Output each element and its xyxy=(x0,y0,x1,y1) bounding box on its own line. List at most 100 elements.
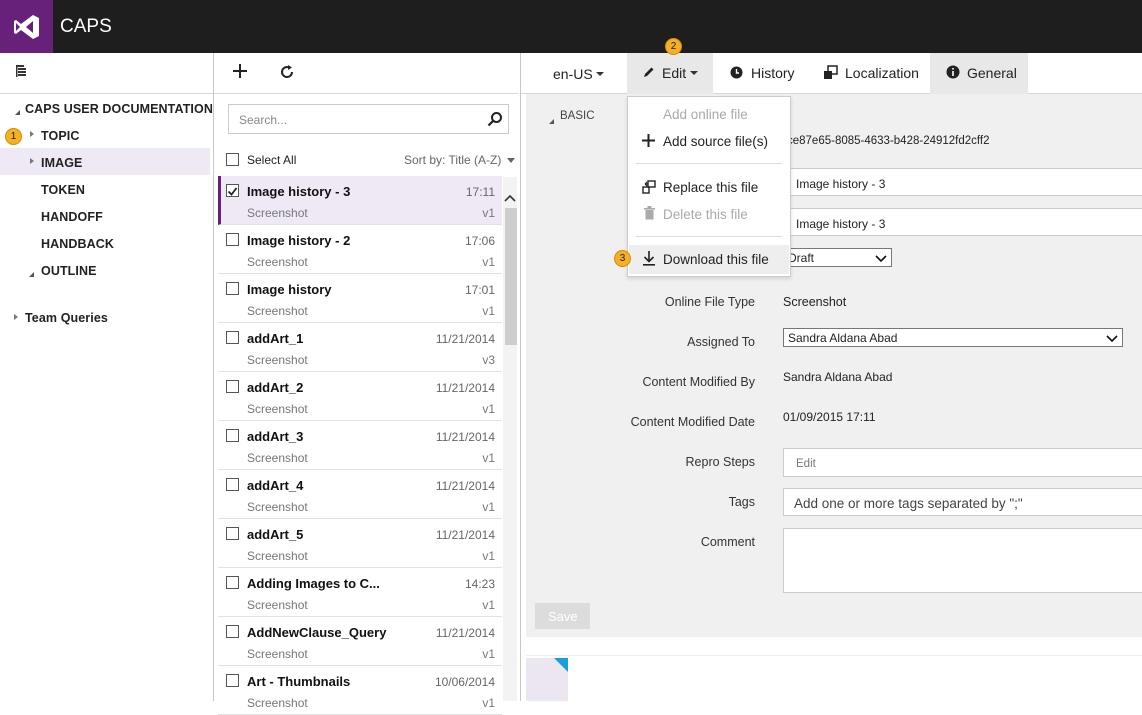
row-type: Screenshot xyxy=(247,402,308,416)
list-item[interactable]: Image history 17:01 Screenshot v1 xyxy=(218,274,502,323)
row-checkbox[interactable] xyxy=(226,331,239,344)
row-checkbox[interactable] xyxy=(226,625,239,638)
outline-expander-icon[interactable] xyxy=(28,266,35,281)
tags-input[interactable]: Add one or more tags separated by ";" xyxy=(783,488,1142,516)
row-type: Screenshot xyxy=(247,696,308,710)
tree-item-topic[interactable]: TOPIC xyxy=(41,129,79,143)
comment-textarea[interactable] xyxy=(783,528,1142,593)
select-all-label: Select All xyxy=(247,153,297,167)
row-type: Screenshot xyxy=(247,598,308,612)
list-item[interactable]: AddNewClause_Query 11/21/2014 Screenshot v1 xyxy=(218,617,502,666)
row-type: Screenshot xyxy=(247,549,308,563)
row-type: Screenshot xyxy=(247,304,308,318)
row-title: Image history xyxy=(247,282,332,297)
language-chevron-icon xyxy=(596,72,604,76)
sort-chevron-icon[interactable] xyxy=(507,158,515,163)
row-checkbox[interactable] xyxy=(226,674,239,687)
list-item[interactable]: Image history - 2 17:06 Screenshot v1 xyxy=(218,225,502,274)
title-bar xyxy=(0,0,1142,53)
tree-item-token[interactable]: TOKEN xyxy=(41,183,85,197)
repro-steps-input[interactable]: Edit xyxy=(783,448,1142,477)
search-input[interactable]: Search... xyxy=(228,104,509,134)
row-checkbox[interactable] xyxy=(226,429,239,442)
list-item[interactable]: addArt_4 11/21/2014 Screenshot v1 xyxy=(218,470,502,519)
refresh-icon[interactable] xyxy=(279,64,295,83)
tree-item-image[interactable]: IMAGE xyxy=(41,156,82,170)
edit-chevron-icon xyxy=(690,71,698,75)
state-value: Draft xyxy=(788,251,815,265)
basic-collapse-icon[interactable] xyxy=(549,113,555,128)
list-item[interactable]: Art - Thumbnails 10/06/2014 Screenshot v1 xyxy=(218,666,502,715)
section-basic[interactable]: BASIC xyxy=(560,110,595,122)
thumbnail-badge-icon xyxy=(554,658,568,672)
tab-localization[interactable]: Localization xyxy=(845,65,919,81)
assigned-to-select[interactable]: Sandra Aldana Abad xyxy=(783,328,1123,347)
edit-tab-label: Edit xyxy=(662,65,687,81)
row-checkbox[interactable] xyxy=(226,576,239,589)
sort-dropdown[interactable]: Sort by: Title (A-Z) xyxy=(404,153,501,167)
list-item[interactable]: addArt_1 11/21/2014 Screenshot v3 xyxy=(218,323,502,372)
menu-add-online-file: Add online file xyxy=(628,102,790,128)
online-file-type-label: Online File Type xyxy=(664,295,755,309)
row-checkbox[interactable] xyxy=(226,233,239,246)
tree-root[interactable]: CAPS USER DOCUMENTATION xyxy=(25,102,213,116)
list-item[interactable]: addArt_2 11/21/2014 Screenshot v1 xyxy=(218,372,502,421)
row-checkbox[interactable] xyxy=(226,282,239,295)
tree-item-handback[interactable]: HANDBACK xyxy=(41,237,114,251)
row-version: v1 xyxy=(482,402,495,416)
menu-add-source-files[interactable]: Add source file(s) xyxy=(628,129,790,155)
step-badge-2: 2 xyxy=(665,38,682,55)
row-type: Screenshot xyxy=(247,500,308,514)
image-thumbnail[interactable] xyxy=(526,658,568,701)
row-version: v1 xyxy=(482,500,495,514)
row-version: v1 xyxy=(482,206,495,220)
row-checkbox[interactable] xyxy=(226,478,239,491)
row-type: Screenshot xyxy=(247,353,308,367)
row-checkbox[interactable] xyxy=(226,380,239,393)
state-select[interactable]: Draft xyxy=(783,248,892,267)
tree-toolbar-icon[interactable] xyxy=(15,64,31,80)
list-item[interactable]: Image history - 3 17:11 Screenshot v1 xyxy=(218,176,502,225)
save-button-label: Save xyxy=(548,609,578,624)
title-field-2[interactable]: Image history - 3 xyxy=(783,208,1142,236)
menu-download-file[interactable]: Download this file xyxy=(628,247,790,273)
row-type: Screenshot xyxy=(247,647,308,661)
select-all-checkbox[interactable] xyxy=(226,153,239,166)
scroll-up-icon[interactable] xyxy=(504,190,516,205)
online-file-type-value: Screenshot xyxy=(783,295,847,309)
add-item-icon[interactable] xyxy=(232,63,248,82)
row-title: addArt_5 xyxy=(247,527,304,542)
menu-delete-file: Delete this file xyxy=(628,202,790,228)
step-badge-1: 1 xyxy=(5,128,22,145)
sort-label: Sort by: Title (A-Z) xyxy=(404,153,502,167)
language-label: en-US xyxy=(553,66,593,82)
tab-history[interactable]: History xyxy=(751,65,795,81)
title-field-1-value: Image history - 3 xyxy=(796,177,886,191)
download-icon xyxy=(642,251,656,269)
row-title: addArt_4 xyxy=(247,478,304,493)
scroll-thumb[interactable] xyxy=(505,208,517,345)
list-item[interactable]: addArt_5 11/21/2014 Screenshot v1 xyxy=(218,519,502,568)
tree-item-team-queries[interactable]: Team Queries xyxy=(25,311,108,325)
tree-item-handoff[interactable]: HANDOFF xyxy=(41,210,103,224)
row-version: v1 xyxy=(482,549,495,563)
tab-language[interactable]: en-US xyxy=(553,66,593,84)
row-version: v1 xyxy=(482,696,495,710)
tree-item-outline[interactable]: OUTLINE xyxy=(41,264,97,278)
save-button[interactable]: Save xyxy=(535,603,590,629)
row-checkbox[interactable] xyxy=(226,184,239,197)
state-chevron-icon xyxy=(875,252,887,267)
title-field-1[interactable]: Image history - 3 xyxy=(783,168,1142,196)
row-time: 11/21/2014 xyxy=(435,381,495,395)
list-item[interactable]: addArt_3 11/21/2014 Screenshot v1 xyxy=(218,421,502,470)
row-title: AddNewClause_Query xyxy=(247,625,387,640)
row-checkbox[interactable] xyxy=(226,527,239,540)
menu-replace-file[interactable]: Replace this file xyxy=(628,175,790,201)
tree-root-expander-icon[interactable] xyxy=(14,104,21,119)
row-title: addArt_3 xyxy=(247,429,304,444)
row-time: 14:23 xyxy=(464,577,495,591)
search-icon[interactable] xyxy=(487,111,503,130)
tab-general[interactable]: General xyxy=(967,65,1017,81)
list-item[interactable]: Adding Images to C... 14:23 Screenshot v1 xyxy=(218,568,502,617)
step-badge-3: 3 xyxy=(614,250,631,267)
